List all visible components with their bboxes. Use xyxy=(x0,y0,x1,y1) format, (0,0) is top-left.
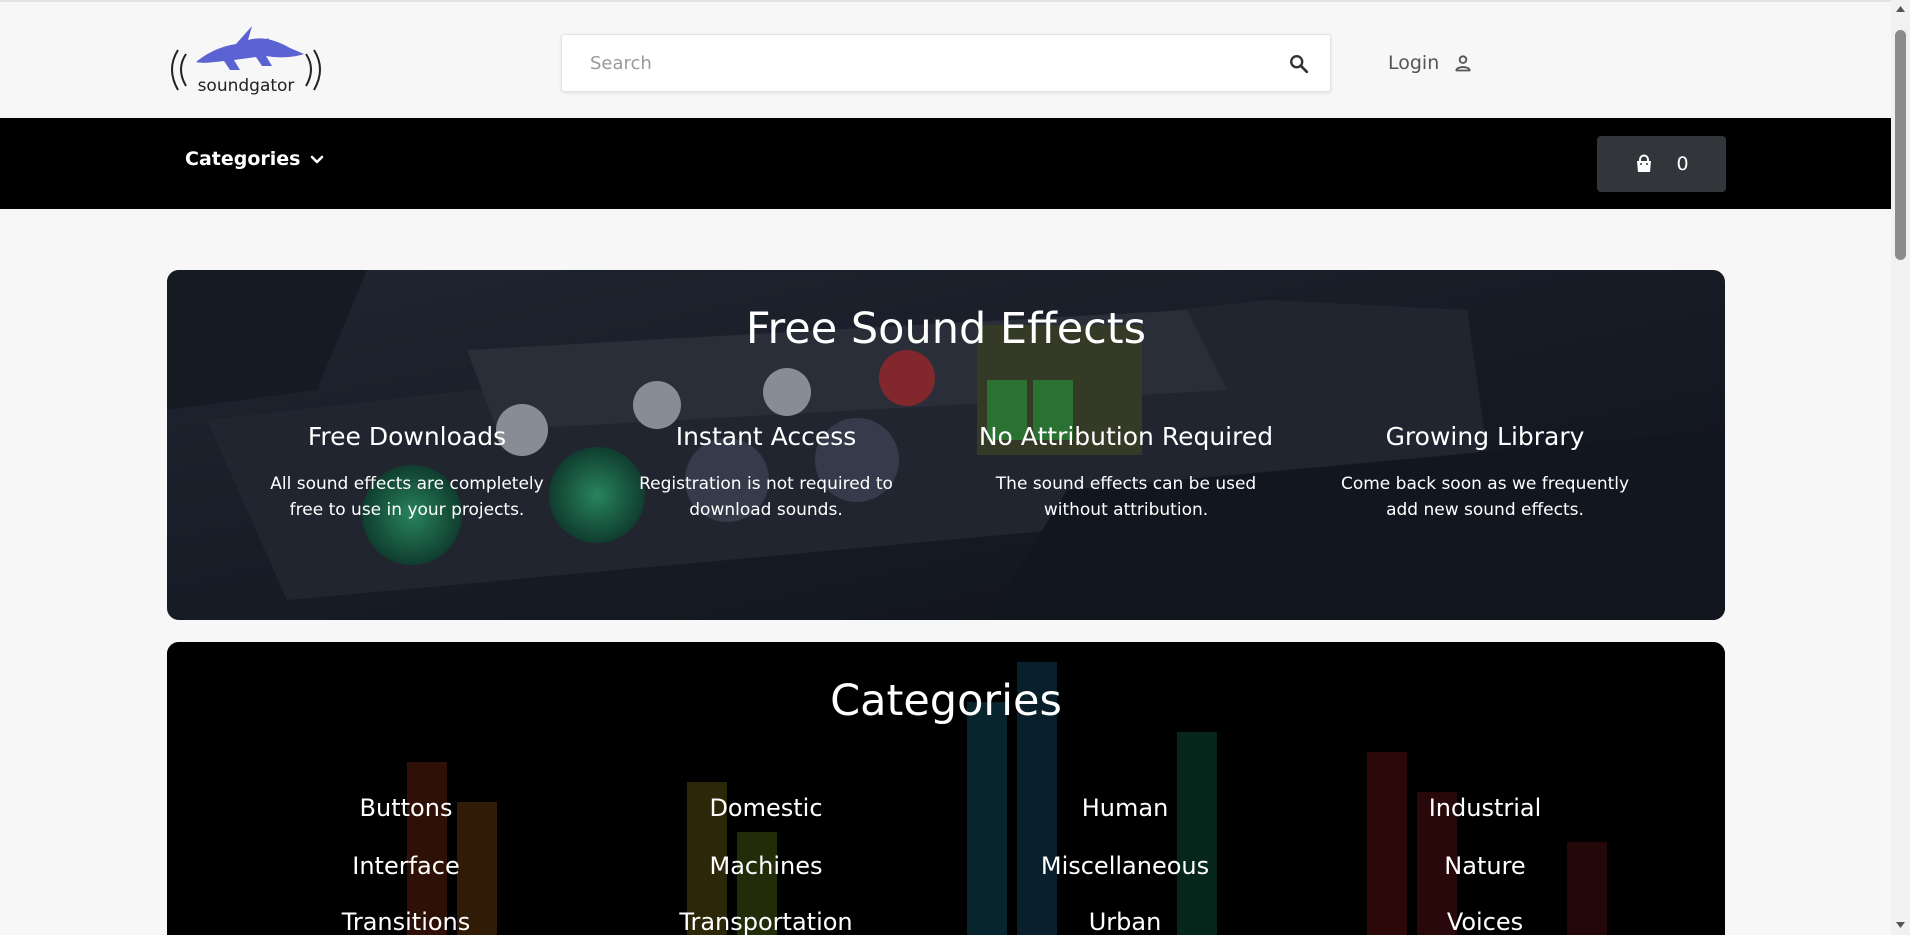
category-link-transitions[interactable]: Transitions xyxy=(256,908,556,935)
category-link-human[interactable]: Human xyxy=(975,794,1275,822)
category-link-domestic[interactable]: Domestic xyxy=(616,794,916,822)
cart-count: 0 xyxy=(1676,153,1689,175)
user-icon xyxy=(1455,55,1471,72)
page-scrollbar[interactable] xyxy=(1891,0,1910,935)
scroll-up-arrow-icon[interactable] xyxy=(1895,4,1906,14)
feature-instant-access: Instant Access Registration is not requi… xyxy=(616,422,916,523)
category-link-urban[interactable]: Urban xyxy=(975,908,1275,935)
login-label: Login xyxy=(1388,52,1440,74)
hero-title: Free Sound Effects xyxy=(745,304,1147,354)
feature-text: Registration is not required to download… xyxy=(639,474,893,520)
category-link-industrial[interactable]: Industrial xyxy=(1335,794,1635,822)
scrollbar-thumb[interactable] xyxy=(1895,30,1906,260)
category-link-buttons[interactable]: Buttons xyxy=(256,794,556,822)
hero-banner: Free Sound Effects Free Downloads All so… xyxy=(167,270,1725,620)
category-link-miscellaneous[interactable]: Miscellaneous xyxy=(975,852,1275,880)
categories-section: Categories Buttons Domestic Human Indust… xyxy=(167,642,1725,935)
shopping-bag-icon xyxy=(1637,154,1652,172)
logo-text: soundgator xyxy=(197,76,295,96)
category-link-machines[interactable]: Machines xyxy=(616,852,916,880)
feature-text: The sound effects can be used without at… xyxy=(995,474,1257,520)
search-box xyxy=(561,34,1331,92)
category-link-voices[interactable]: Voices xyxy=(1335,908,1635,935)
categories-dropdown[interactable]: Categories xyxy=(185,148,324,170)
categories-dropdown-label: Categories xyxy=(185,148,301,170)
feature-title: No Attribution Required xyxy=(978,422,1274,451)
main-navbar: Categories 0 xyxy=(0,118,1891,209)
site-header: soundgator Login xyxy=(0,0,1891,118)
feature-text: Come back soon as we frequently add new … xyxy=(1340,474,1630,520)
feature-title: Free Downloads xyxy=(307,422,507,451)
scroll-down-arrow-icon[interactable] xyxy=(1895,920,1906,930)
search-input[interactable] xyxy=(590,35,1270,91)
feature-title: Growing Library xyxy=(1385,422,1585,451)
feature-growing-library: Growing Library Come back soon as we fre… xyxy=(1335,422,1635,523)
chevron-down-icon xyxy=(311,155,324,164)
feature-no-attribution: No Attribution Required The sound effect… xyxy=(976,422,1276,523)
feature-text: All sound effects are completely free to… xyxy=(270,474,544,520)
category-link-interface[interactable]: Interface xyxy=(256,852,556,880)
category-link-transportation[interactable]: Transportation xyxy=(616,908,916,935)
cart-button[interactable]: 0 xyxy=(1597,136,1726,192)
search-icon[interactable] xyxy=(1288,53,1310,75)
feature-title: Instant Access xyxy=(675,422,857,451)
category-link-nature[interactable]: Nature xyxy=(1335,852,1635,880)
site-logo[interactable]: soundgator xyxy=(164,24,328,102)
login-link[interactable]: Login xyxy=(1388,46,1473,80)
categories-title: Categories xyxy=(830,676,1062,726)
feature-free-downloads: Free Downloads All sound effects are com… xyxy=(257,422,557,523)
